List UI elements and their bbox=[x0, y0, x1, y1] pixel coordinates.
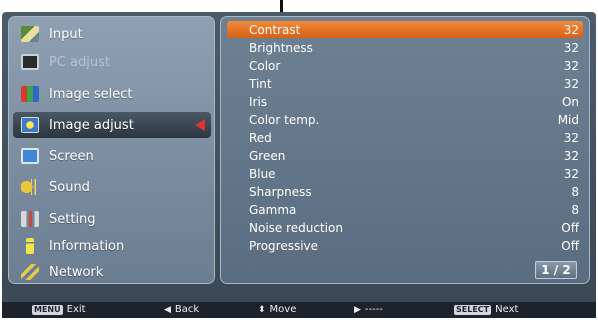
setting-value: 8 bbox=[571, 184, 579, 199]
information-icon bbox=[26, 238, 34, 254]
menu-item-label: Input bbox=[49, 26, 83, 42]
setting-label: Green bbox=[249, 148, 286, 163]
back-arrow-icon: ◀ bbox=[164, 304, 171, 315]
menu-item-label: PC adjust bbox=[49, 54, 110, 70]
input-icon bbox=[21, 26, 39, 42]
help-back: ◀ Back bbox=[164, 304, 199, 315]
menu-item-information[interactable]: Information bbox=[13, 233, 211, 259]
setting-row-blue[interactable]: Blue 32 bbox=[227, 165, 583, 182]
page-indicator[interactable]: 1 / 2 bbox=[535, 261, 577, 279]
help-select: SELECT Next bbox=[454, 304, 518, 315]
move-arrows-icon: ⬍ bbox=[258, 304, 266, 315]
setting-value: On bbox=[561, 94, 579, 109]
setting-row-color-temp[interactable]: Color temp. Mid bbox=[227, 111, 583, 128]
right-arrow-icon: ▶ bbox=[354, 304, 361, 315]
menu-item-sound[interactable]: Sound bbox=[13, 174, 211, 200]
setting-label: Blue bbox=[249, 166, 276, 181]
help-bar: MENU Exit ◀ Back ⬍ Move ▶ ----- SELECT N… bbox=[2, 302, 596, 318]
setting-row-green[interactable]: Green 32 bbox=[227, 147, 583, 164]
select-key-icon: SELECT bbox=[454, 304, 492, 315]
setting-value: 32 bbox=[563, 76, 579, 91]
setting-value: 32 bbox=[563, 148, 579, 163]
setting-value: Off bbox=[561, 238, 579, 253]
image-adjust-icon bbox=[21, 117, 39, 133]
menu-item-label: Sound bbox=[49, 179, 90, 195]
setting-value: 32 bbox=[563, 22, 579, 37]
setting-value: 32 bbox=[563, 130, 579, 145]
menu-item-image-adjust[interactable]: Image adjust bbox=[13, 112, 211, 138]
help-exit: MENU Exit bbox=[32, 304, 86, 315]
setting-icon bbox=[21, 211, 39, 227]
help-next-arrow: ▶ ----- bbox=[354, 304, 383, 315]
help-select-label: Next bbox=[495, 304, 519, 315]
setting-value: 32 bbox=[563, 166, 579, 181]
setting-row-contrast[interactable]: Contrast 32 bbox=[227, 21, 583, 38]
setting-row-brightness[interactable]: Brightness 32 bbox=[227, 39, 583, 56]
setting-label: Red bbox=[249, 130, 272, 145]
menu-item-label: Setting bbox=[49, 211, 96, 227]
setting-label: Sharpness bbox=[249, 184, 312, 199]
setting-value: 32 bbox=[563, 58, 579, 73]
menu-item-network[interactable]: Network bbox=[13, 259, 211, 285]
help-back-label: Back bbox=[174, 304, 200, 315]
screen-icon bbox=[21, 148, 39, 164]
menu-item-image-select[interactable]: Image select bbox=[13, 81, 211, 107]
menu-item-label: Information bbox=[49, 238, 125, 254]
sound-icon bbox=[21, 179, 39, 195]
setting-label: Color temp. bbox=[249, 112, 320, 127]
setting-label: Noise reduction bbox=[249, 220, 343, 235]
setting-row-color[interactable]: Color 32 bbox=[227, 57, 583, 74]
setting-row-sharpness[interactable]: Sharpness 8 bbox=[227, 183, 583, 200]
setting-value: Off bbox=[561, 220, 579, 235]
help-move-label: Move bbox=[269, 304, 297, 315]
setting-label: Progressive bbox=[249, 238, 319, 253]
help-next-placeholder: ----- bbox=[364, 304, 383, 315]
menu-item-label: Network bbox=[49, 264, 104, 280]
main-menu: Input PC adjust Image select Image adjus… bbox=[8, 16, 215, 284]
pc-adjust-icon bbox=[21, 54, 39, 70]
setting-row-gamma[interactable]: Gamma 8 bbox=[227, 201, 583, 218]
setting-label: Iris bbox=[249, 94, 268, 109]
settings-panel: Contrast 32 Brightness 32 Color 32 Tint … bbox=[220, 16, 590, 284]
menu-item-label: Image adjust bbox=[49, 117, 134, 133]
setting-value: 8 bbox=[571, 202, 579, 217]
setting-value: Mid bbox=[557, 112, 579, 127]
setting-row-tint[interactable]: Tint 32 bbox=[227, 75, 583, 92]
selection-arrow-icon bbox=[195, 119, 205, 131]
image-select-icon bbox=[21, 86, 39, 102]
setting-label: Tint bbox=[249, 76, 272, 91]
network-icon bbox=[21, 264, 39, 280]
setting-label: Gamma bbox=[249, 202, 297, 217]
setting-label: Contrast bbox=[249, 22, 301, 37]
setting-row-red[interactable]: Red 32 bbox=[227, 129, 583, 146]
setting-label: Brightness bbox=[249, 40, 313, 55]
help-exit-label: Exit bbox=[66, 304, 86, 315]
menu-item-setting[interactable]: Setting bbox=[13, 206, 211, 232]
help-move: ⬍ Move bbox=[258, 304, 296, 315]
menu-item-pc-adjust[interactable]: PC adjust bbox=[13, 49, 211, 75]
menu-item-label: Image select bbox=[49, 86, 133, 102]
setting-value: 32 bbox=[563, 40, 579, 55]
menu-key-icon: MENU bbox=[32, 304, 63, 315]
menu-item-screen[interactable]: Screen bbox=[13, 143, 211, 169]
setting-row-iris[interactable]: Iris On bbox=[227, 93, 583, 110]
setting-label: Color bbox=[249, 58, 281, 73]
menu-item-label: Screen bbox=[49, 148, 94, 164]
setting-row-noise-reduction[interactable]: Noise reduction Off bbox=[227, 219, 583, 236]
setting-row-progressive[interactable]: Progressive Off bbox=[227, 237, 583, 254]
menu-item-input[interactable]: Input bbox=[13, 21, 211, 47]
